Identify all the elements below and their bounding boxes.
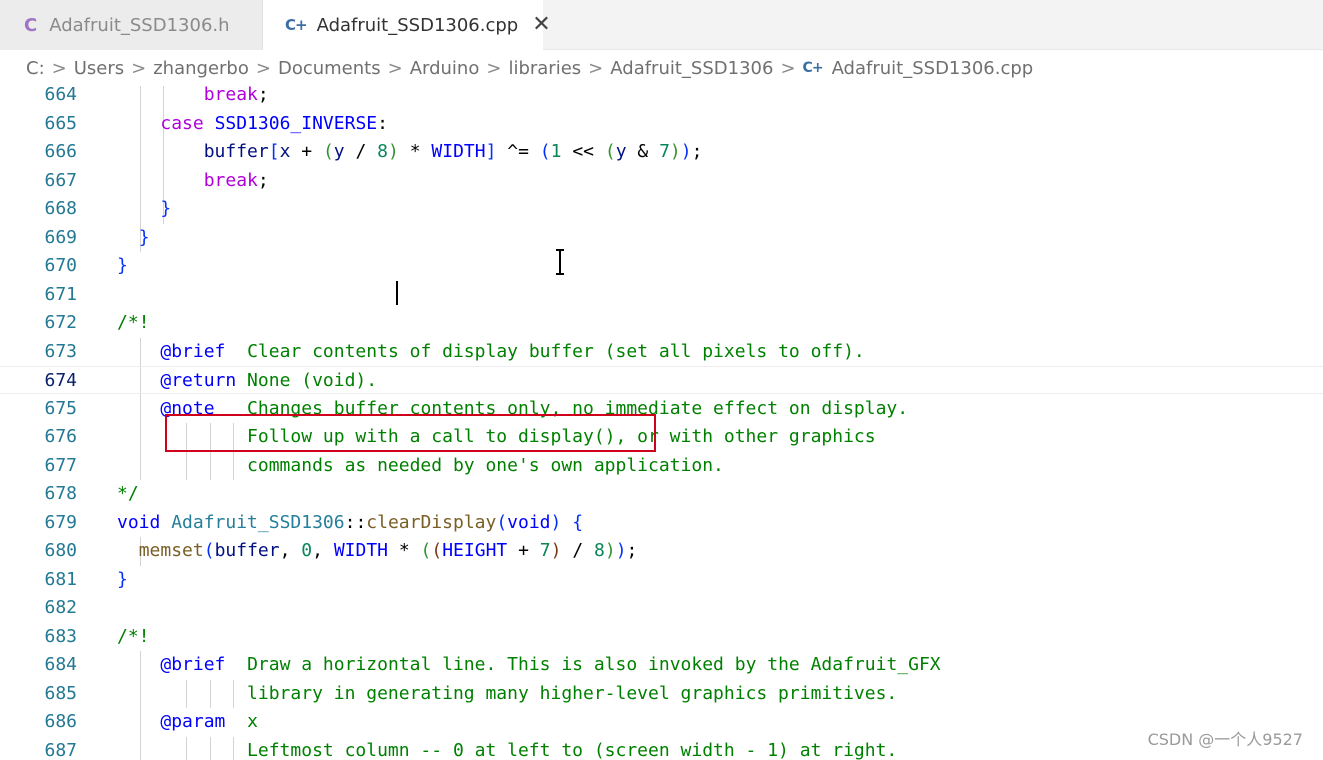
code-line[interactable]: 669 } xyxy=(0,224,1323,252)
line-number: 675 xyxy=(44,397,77,419)
code-line[interactable]: 673 @brief Clear contents of display buf… xyxy=(0,338,1323,366)
code-text: buffer[x + (y / 8) * WIDTH] ^= (1 << (y … xyxy=(203,141,703,162)
line-number: 671 xyxy=(44,283,77,305)
code-text: break; xyxy=(203,86,269,105)
chevron-right-icon: > xyxy=(387,57,403,79)
chevron-right-icon: > xyxy=(486,57,502,79)
code-text: @return None (void). xyxy=(160,370,378,391)
code-line[interactable]: 665 case SSD1306_INVERSE: xyxy=(0,110,1323,138)
line-number: 677 xyxy=(44,454,77,476)
code-text: } xyxy=(160,198,172,219)
chevron-right-icon: > xyxy=(588,57,604,79)
line-number: 674 xyxy=(44,370,77,391)
tab-adafruit-ssd1306-h[interactable]: C Adafruit_SSD1306.h xyxy=(0,0,263,50)
code-line[interactable]: 664 break; xyxy=(0,86,1323,109)
line-number: 664 xyxy=(44,86,77,105)
watermark: CSDN @一个人9527 xyxy=(1143,724,1307,752)
code-line[interactable]: 668 } xyxy=(0,195,1323,223)
chevron-right-icon: > xyxy=(131,57,147,79)
code-text: Leftmost column -- 0 at left to (screen … xyxy=(117,739,898,760)
chevron-right-icon: > xyxy=(255,57,271,79)
tab-label: Adafruit_SSD1306.cpp xyxy=(316,14,519,36)
code-line[interactable]: 682 xyxy=(0,594,1323,622)
code-text: /*! xyxy=(117,312,150,333)
tab-adafruit-ssd1306-cpp[interactable]: C+ Adafruit_SSD1306.cpp ✕ xyxy=(263,0,551,50)
line-number: 682 xyxy=(44,597,77,618)
code-line[interactable]: 667 break; xyxy=(0,167,1323,195)
line-number: 678 xyxy=(44,483,77,504)
code-line[interactable]: 670} xyxy=(0,252,1323,280)
breadcrumb-item-user[interactable]: zhangerbo xyxy=(153,58,249,79)
breadcrumb-item-documents[interactable]: Documents xyxy=(278,58,381,79)
line-number: 680 xyxy=(44,540,77,561)
breadcrumb-item-drive[interactable]: C: xyxy=(26,58,45,79)
code-text: @brief Clear contents of display buffer … xyxy=(160,340,865,362)
code-text: case SSD1306_INVERSE: xyxy=(160,112,388,134)
breadcrumb-item-file[interactable]: Adafruit_SSD1306.cpp xyxy=(832,58,1034,79)
breadcrumb-item-users[interactable]: Users xyxy=(74,58,124,79)
line-number: 679 xyxy=(44,511,77,533)
c-file-icon: C xyxy=(24,14,38,36)
code-text: break; xyxy=(203,169,269,191)
close-icon[interactable]: ✕ xyxy=(532,14,550,36)
line-number: 673 xyxy=(44,340,77,362)
code-line[interactable]: 684 @brief Draw a horizontal line. This … xyxy=(0,651,1323,679)
code-line[interactable]: 677 commands as needed by one's own appl… xyxy=(0,452,1323,480)
line-number: 676 xyxy=(44,426,77,447)
line-number: 665 xyxy=(44,112,77,134)
line-number: 687 xyxy=(44,739,77,760)
chevron-right-icon: > xyxy=(780,57,796,79)
code-line[interactable]: 683 /*! xyxy=(0,623,1323,651)
breadcrumb: C: > Users > zhangerbo > Documents > Ard… xyxy=(0,50,1323,86)
line-number: 681 xyxy=(44,568,77,590)
code-line[interactable]: 685 library in generating many higher-le… xyxy=(0,680,1323,708)
line-number: 685 xyxy=(44,682,77,704)
cpp-file-icon: C+ xyxy=(285,16,308,34)
code-line[interactable]: 678 */ xyxy=(0,480,1323,508)
code-line[interactable]: 681} xyxy=(0,566,1323,594)
text-cursor-icon xyxy=(556,249,564,275)
code-text: memset(buffer, 0, WIDTH * ((HEIGHT + 7) … xyxy=(138,540,638,561)
code-text: @param x xyxy=(160,711,258,732)
code-line[interactable]: 680 memset(buffer, 0, WIDTH * ((HEIGHT +… xyxy=(0,537,1323,565)
code-line[interactable]: 679 void Adafruit_SSD1306::clearDisplay(v… xyxy=(0,509,1323,537)
line-number: 669 xyxy=(44,226,77,248)
code-line[interactable]: 686 @param x xyxy=(0,708,1323,736)
chevron-right-icon: > xyxy=(51,57,67,79)
tab-label: Adafruit_SSD1306.h xyxy=(49,14,230,36)
code-text: void Adafruit_SSD1306::clearDisplay(void… xyxy=(117,511,584,533)
line-number: 672 xyxy=(44,312,77,333)
line-number: 668 xyxy=(44,198,77,219)
code-text: */ xyxy=(117,483,139,504)
code-text: } xyxy=(138,226,150,248)
breadcrumb-item-arduino[interactable]: Arduino xyxy=(410,58,480,79)
code-line[interactable]: 674 @return None (void). xyxy=(0,366,1323,394)
code-text: @brief Draw a horizontal line. This is a… xyxy=(160,654,941,675)
tab-bar: C Adafruit_SSD1306.h C+ Adafruit_SSD1306… xyxy=(0,0,1323,50)
line-number: 666 xyxy=(44,141,77,162)
breadcrumb-item-libraries[interactable]: libraries xyxy=(508,58,581,79)
code-line[interactable]: 672 /*! xyxy=(0,309,1323,337)
text-caret xyxy=(396,281,398,305)
code-text: } xyxy=(117,255,128,276)
code-line[interactable]: 687 Leftmost column -- 0 at left to (scr… xyxy=(0,737,1323,760)
line-number: 670 xyxy=(44,255,77,276)
code-text: commands as needed by one's own applicat… xyxy=(117,454,724,476)
code-text: /*! xyxy=(117,625,150,647)
breadcrumb-item-folder[interactable]: Adafruit_SSD1306 xyxy=(610,58,773,79)
line-number: 667 xyxy=(44,169,77,191)
line-number: 683 xyxy=(44,625,77,647)
code-text: } xyxy=(117,568,128,590)
code-line[interactable]: 666 buffer[x + (y / 8) * WIDTH] ^= (1 <<… xyxy=(0,138,1323,166)
cpp-file-icon: C+ xyxy=(802,60,824,76)
line-number: 684 xyxy=(44,654,77,675)
code-line[interactable]: 671 xyxy=(0,281,1323,309)
line-number: 686 xyxy=(44,711,77,732)
highlight-box xyxy=(165,414,656,452)
code-text: library in generating many higher-level … xyxy=(117,682,898,704)
